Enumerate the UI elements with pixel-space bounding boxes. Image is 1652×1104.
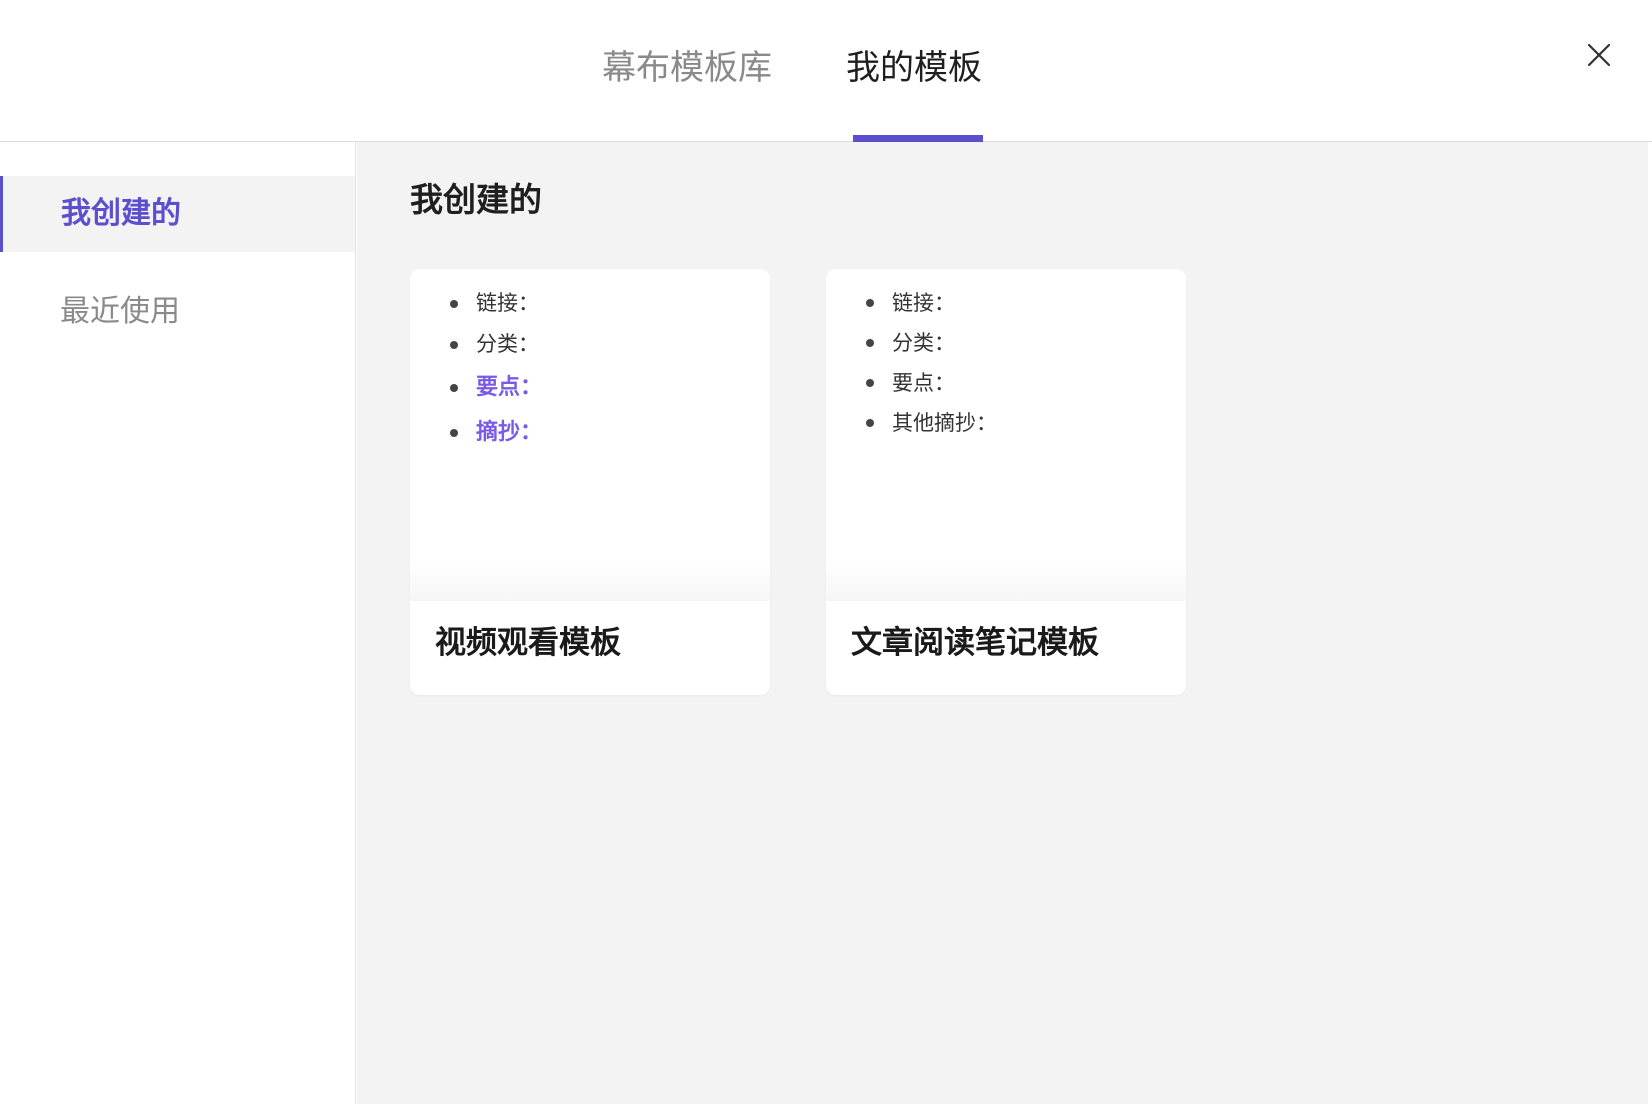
preview-list: 链接： 分类： 要点： 其他摘抄：: [866, 283, 997, 443]
list-item-highlighted: 摘抄：: [450, 410, 542, 455]
card-footer: 视频观看模板: [410, 601, 770, 695]
close-icon: [1587, 43, 1611, 67]
section-title: 我创建的: [410, 180, 542, 219]
template-card-video[interactable]: 链接： 分类： 要点： 摘抄： 视频观看模板: [410, 269, 770, 695]
card-preview: 链接： 分类： 要点： 其他摘抄：: [826, 269, 1186, 601]
sidebar-item-created-by-me[interactable]: 我创建的: [0, 176, 355, 252]
sidebar: 我创建的 最近使用: [0, 142, 356, 1104]
close-button[interactable]: [1584, 40, 1614, 70]
card-preview: 链接： 分类： 要点： 摘抄：: [410, 269, 770, 601]
list-item: 链接：: [450, 283, 542, 324]
tab-my-templates[interactable]: 我的模板: [846, 44, 982, 92]
template-card-article-notes[interactable]: 链接： 分类： 要点： 其他摘抄： 文章阅读笔记模板: [826, 269, 1186, 695]
list-item: 链接：: [866, 283, 997, 323]
card-title: 文章阅读笔记模板: [851, 625, 1099, 661]
list-item: 分类：: [866, 323, 997, 363]
template-content-area: 我创建的 链接： 分类： 要点： 摘抄： 视频观看模板 链接： 分类： 要点： …: [357, 142, 1648, 1104]
dialog-header: 幕布模板库 我的模板: [0, 0, 1652, 142]
preview-list: 链接： 分类： 要点： 摘抄：: [450, 283, 542, 455]
card-title: 视频观看模板: [435, 625, 621, 661]
list-item: 其他摘抄：: [866, 403, 997, 443]
list-item: 分类：: [450, 324, 542, 365]
tab-template-library[interactable]: 幕布模板库: [602, 44, 772, 92]
list-item: 要点：: [866, 363, 997, 403]
active-tab-indicator: [853, 135, 983, 142]
card-footer: 文章阅读笔记模板: [826, 601, 1186, 695]
list-item-highlighted: 要点：: [450, 365, 542, 410]
sidebar-item-recently-used[interactable]: 最近使用: [0, 274, 355, 350]
